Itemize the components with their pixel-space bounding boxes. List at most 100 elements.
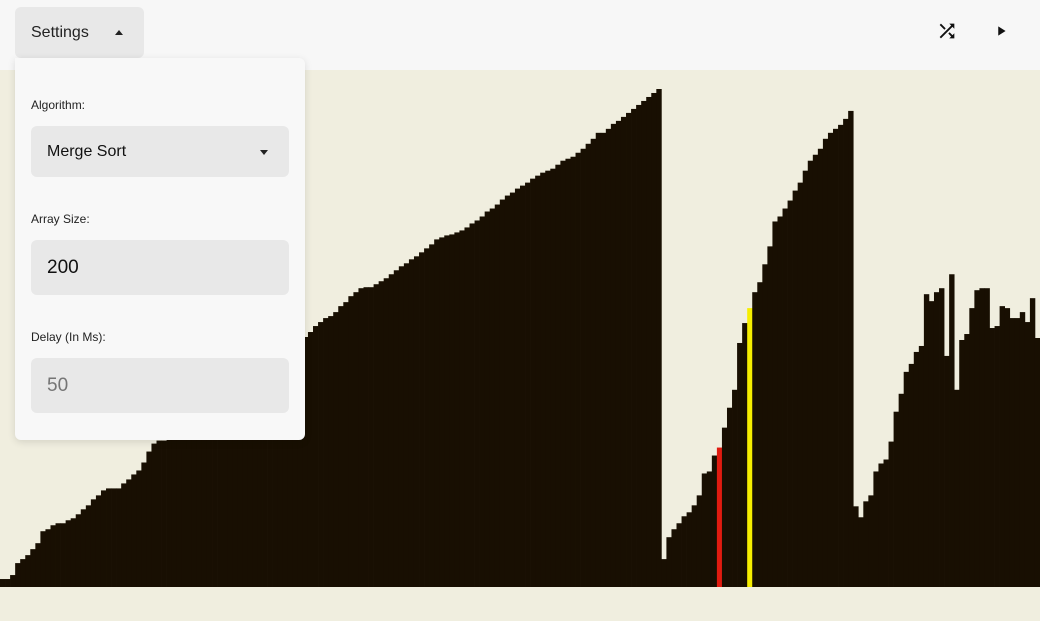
array-bar [676, 523, 682, 587]
array-bar [176, 430, 183, 587]
array-bar [590, 138, 597, 588]
array-bar [514, 188, 521, 587]
array-bar [944, 355, 950, 587]
array-bar [575, 152, 581, 588]
array-bar [873, 471, 879, 587]
array-bar [373, 284, 379, 587]
array-bar [479, 216, 486, 588]
array-bar [494, 204, 501, 588]
array-bar [525, 182, 531, 587]
array-bar [206, 414, 213, 587]
array-bar [696, 495, 703, 587]
array-size-field[interactable] [31, 240, 289, 295]
array-bar [555, 164, 561, 587]
shuffle-button[interactable] [932, 16, 962, 46]
array-bar [631, 108, 637, 588]
play-icon [998, 26, 1006, 36]
array-bar [469, 223, 475, 587]
play-button[interactable] [986, 16, 1016, 46]
array-bar [388, 274, 395, 587]
array-bar [444, 235, 450, 587]
array-bar [600, 132, 607, 587]
delay-field[interactable] [31, 358, 289, 413]
array-bar [333, 312, 339, 587]
array-bar [868, 495, 874, 587]
array-bar [439, 237, 445, 587]
array-bar [146, 451, 152, 587]
array-bar [565, 158, 571, 587]
array-bar [626, 112, 632, 588]
array-bar [499, 199, 506, 587]
array-bar [979, 288, 985, 587]
array-bar [671, 529, 677, 587]
array-bar [1019, 312, 1026, 587]
array-bar [757, 282, 763, 587]
array-bar [363, 287, 369, 587]
array-bar [10, 575, 16, 587]
array-bar [651, 92, 657, 587]
settings-button[interactable]: Settings [15, 7, 144, 58]
array-bar [196, 421, 203, 587]
array-bar [191, 423, 198, 587]
array-bar [328, 316, 334, 587]
array-bar [161, 440, 167, 587]
array-bar [848, 110, 854, 587]
array-bar [560, 160, 566, 587]
array-bar [807, 160, 814, 587]
array-bar [449, 234, 455, 588]
array-bar [817, 148, 824, 587]
array-bar [802, 170, 809, 588]
array-bar [403, 263, 410, 587]
array-bar [964, 334, 970, 587]
array-bar [767, 246, 773, 587]
array-bar [752, 292, 758, 587]
algorithm-select[interactable]: Merge Sort [31, 126, 289, 177]
array-bar [787, 200, 793, 588]
array-bar [762, 264, 768, 587]
array-bar [711, 455, 718, 587]
array-bar [726, 407, 733, 587]
array-bar [656, 89, 662, 587]
array-bar [827, 132, 834, 587]
array-bar [307, 332, 314, 587]
array-bar [994, 326, 1000, 587]
array-size-input[interactable] [47, 256, 267, 279]
array-bar [691, 505, 698, 587]
array-bar [30, 549, 36, 587]
array-bar [504, 195, 511, 587]
array-bar [605, 128, 612, 587]
array-bar [949, 274, 955, 587]
array-bar [474, 220, 480, 587]
array-bar [545, 170, 551, 588]
array-bar [954, 389, 960, 587]
array-bar [777, 216, 783, 588]
array-bar [75, 514, 82, 587]
array-bar [742, 323, 748, 587]
array-bar [0, 579, 6, 587]
array-bar [782, 208, 788, 587]
array-bar [313, 326, 319, 587]
array-bar [100, 490, 107, 587]
array-bar [383, 278, 390, 587]
array-bar [797, 182, 804, 587]
array-bar [636, 104, 642, 587]
array-bar [550, 168, 556, 587]
array-bar [923, 294, 930, 587]
array-bar [913, 351, 920, 587]
array-bar [772, 221, 778, 587]
delay-input[interactable] [47, 374, 267, 397]
array-bar [45, 529, 51, 587]
array-bar [984, 288, 990, 587]
array-bar [878, 463, 884, 587]
array-bar [90, 499, 97, 587]
array-bar [838, 124, 844, 588]
algorithm-label: Algorithm: [31, 98, 86, 112]
array-bar [843, 118, 849, 587]
array-bar [368, 287, 374, 587]
delay-label: Delay (In Ms): [31, 330, 106, 344]
array-bar [989, 328, 995, 587]
array-bar [863, 501, 869, 587]
array-bar [535, 175, 541, 587]
array-bar [186, 425, 193, 587]
array-bar [686, 512, 692, 587]
